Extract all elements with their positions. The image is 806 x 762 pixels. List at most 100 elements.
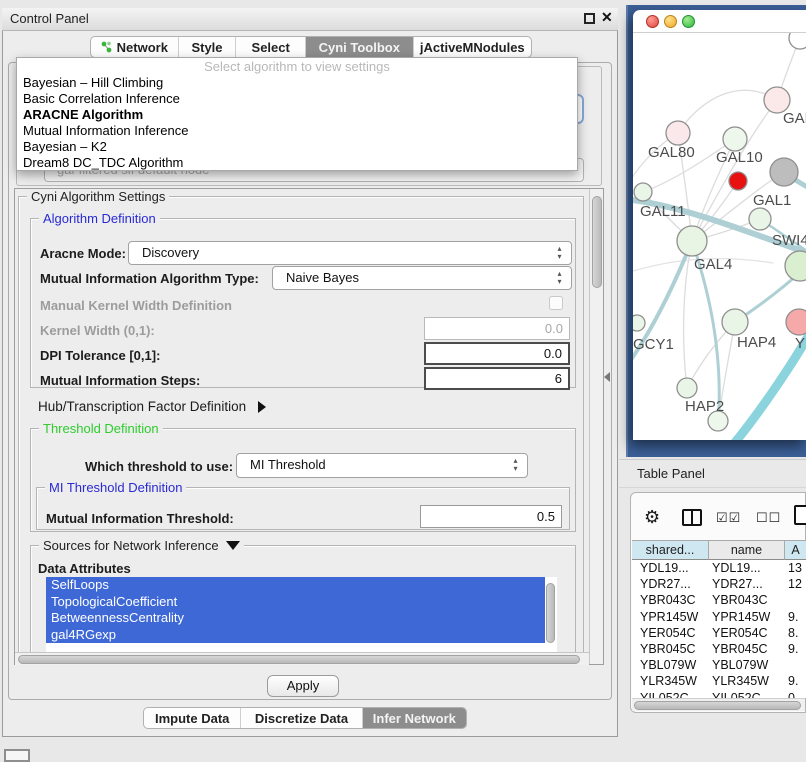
dpi-tolerance-field[interactable]: 0.0 (424, 342, 570, 365)
network-canvas[interactable]: GAL80 GAL10 GAL1 GAL11 SWI4 GAL4 GCY1 HA… (633, 33, 806, 440)
stepper-icon: ▴▾ (555, 270, 564, 286)
node-pink[interactable] (786, 309, 806, 335)
float-window-icon[interactable] (584, 13, 595, 24)
settings-vertical-scrollbar[interactable] (589, 189, 603, 664)
which-threshold-label: Which threshold to use: (85, 459, 233, 474)
list-item[interactable]: gal4RGexp (46, 627, 545, 644)
table-row[interactable]: YBR045CYBR045C9. (632, 641, 806, 657)
tab-jactivemnodules[interactable]: jActiveMNodules (414, 37, 531, 57)
table-horizontal-scrollbar[interactable] (632, 698, 805, 711)
list-item[interactable]: SelfLoops (46, 577, 545, 594)
node-label: GAL11 (640, 203, 686, 220)
group-title: MI Threshold Definition (45, 480, 186, 495)
mi-type-combobox[interactable]: Naive Bayes ▴▾ (272, 266, 572, 290)
table-cell: YBR043C (632, 592, 708, 608)
mi-type-label: Mutual Information Algorithm Type: (40, 271, 259, 286)
dropdown-item[interactable]: Bayesian – Hill Climbing (17, 75, 577, 91)
scrollbar-thumb[interactable] (546, 583, 555, 643)
table-row[interactable]: YDR27...YDR27...12 (632, 576, 806, 592)
column-header-shared-name[interactable]: shared... (632, 540, 709, 560)
list-vertical-scrollbar[interactable] (545, 577, 557, 652)
minimized-panel-icon[interactable] (4, 749, 30, 762)
dropdown-item[interactable]: Mutual Information Inference (17, 123, 577, 139)
list-item[interactable]: TopologicalCoefficient (46, 594, 545, 611)
node-gal1[interactable] (749, 208, 771, 230)
dropdown-item[interactable]: Basic Correlation Inference (17, 91, 577, 107)
node-hap2[interactable] (677, 378, 697, 398)
apply-button[interactable]: Apply (267, 675, 339, 697)
expander-label[interactable]: Sources for Network Inference (43, 538, 219, 553)
mi-steps-field[interactable]: 6 (424, 367, 570, 390)
tab-discretize-data[interactable]: Discretize Data (241, 708, 362, 728)
node-gray[interactable] (770, 158, 798, 186)
tab-infer-network[interactable]: Infer Network (363, 708, 466, 728)
table-cell: YLR345W (708, 673, 784, 689)
gear-icon[interactable]: ⚙ (644, 507, 660, 528)
node-hap4[interactable] (722, 309, 748, 335)
tab-impute-data[interactable]: Impute Data (144, 708, 241, 728)
table-cell: YER054C (708, 625, 784, 641)
tab-select[interactable]: Select (236, 37, 306, 57)
table-row[interactable]: YBL079WYBL079W (632, 657, 806, 673)
dropdown-item[interactable]: Bayesian – K2 (17, 139, 577, 155)
splitter-collapse-icon[interactable] (604, 372, 610, 382)
scrollbar-thumb[interactable] (592, 196, 602, 288)
tab-label: jActiveMNodules (420, 40, 525, 55)
tab-style[interactable]: Style (179, 37, 237, 57)
table-cell: 9. (784, 641, 806, 657)
node-selected-red[interactable] (729, 172, 747, 190)
algorithm-dropdown-list: Select algorithm to view settings Bayesi… (16, 57, 578, 171)
dropdown-item-selected[interactable]: ARACNE Algorithm (17, 107, 577, 123)
hub-expander[interactable]: Hub/Transcription Factor Definition (38, 399, 266, 414)
table-row[interactable]: YPR145WYPR145W9. (632, 609, 806, 625)
kernel-width-field[interactable]: 0.0 (424, 317, 570, 340)
node-gal11[interactable] (634, 183, 652, 201)
group-title: Sources for Network Inference (39, 538, 244, 553)
control-panel-titlebar[interactable] (2, 8, 618, 31)
node[interactable] (785, 251, 806, 281)
node-gal4[interactable] (677, 226, 707, 256)
which-threshold-combobox[interactable]: MI Threshold ▴▾ (236, 453, 528, 478)
data-attributes-label: Data Attributes (38, 561, 131, 576)
list-item[interactable]: BetweennessCentrality (46, 610, 545, 627)
new-table-icon[interactable] (794, 505, 806, 525)
columns-icon[interactable] (682, 509, 702, 526)
node-label: GAL4 (694, 256, 732, 273)
window-minimize-icon[interactable] (664, 15, 677, 28)
table-cell: YLR345W (632, 673, 708, 689)
window-close-icon[interactable] (646, 15, 659, 28)
table-cell (784, 657, 806, 673)
tab-label: Style (191, 40, 222, 55)
table-cell: YBL079W (632, 657, 708, 673)
clear-checks-icon[interactable]: ☐☐ (756, 510, 781, 526)
window-zoom-icon[interactable] (682, 15, 695, 28)
aracne-mode-combobox[interactable]: Discovery ▴▾ (128, 241, 572, 265)
close-icon[interactable]: ✕ (601, 9, 613, 26)
mi-threshold-field[interactable]: 0.5 (420, 505, 562, 528)
column-header-name[interactable]: name (709, 540, 785, 560)
node-gal80[interactable] (666, 121, 690, 145)
table-cell: YDR27... (632, 576, 708, 592)
scrollbar-thumb[interactable] (18, 655, 580, 664)
tab-network[interactable]: Network (91, 37, 179, 57)
table-row[interactable]: YBR043CYBR043C (632, 592, 806, 608)
settings-horizontal-scrollbar[interactable] (15, 652, 589, 665)
node-gal10[interactable] (723, 127, 747, 151)
manual-kernel-checkbox[interactable] (549, 296, 563, 310)
node-gcy1[interactable] (633, 315, 645, 331)
expand-right-icon (258, 401, 266, 413)
aracne-mode-label: Aracne Mode: (40, 246, 126, 261)
manual-kernel-label: Manual Kernel Width Definition (40, 298, 232, 313)
dropdown-item[interactable]: Dream8 DC_TDC Algorithm (17, 155, 577, 171)
table-row[interactable]: YER054CYER054C8. (632, 625, 806, 641)
column-header-partial[interactable]: A (785, 540, 806, 560)
table-cell: YER054C (632, 625, 708, 641)
expand-down-icon[interactable] (226, 541, 240, 550)
table-row[interactable]: YIL052CYIL052C0. (632, 690, 806, 699)
tab-cyni-toolbox[interactable]: Cyni Toolbox (306, 37, 414, 57)
node[interactable] (789, 33, 806, 49)
table-row[interactable]: YLR345WYLR345W9. (632, 673, 806, 689)
table-row[interactable]: YDL19...YDL19...13 (632, 560, 806, 576)
scrollbar-thumb[interactable] (634, 701, 801, 710)
select-all-checks-icon[interactable]: ☑☑ (716, 510, 741, 526)
